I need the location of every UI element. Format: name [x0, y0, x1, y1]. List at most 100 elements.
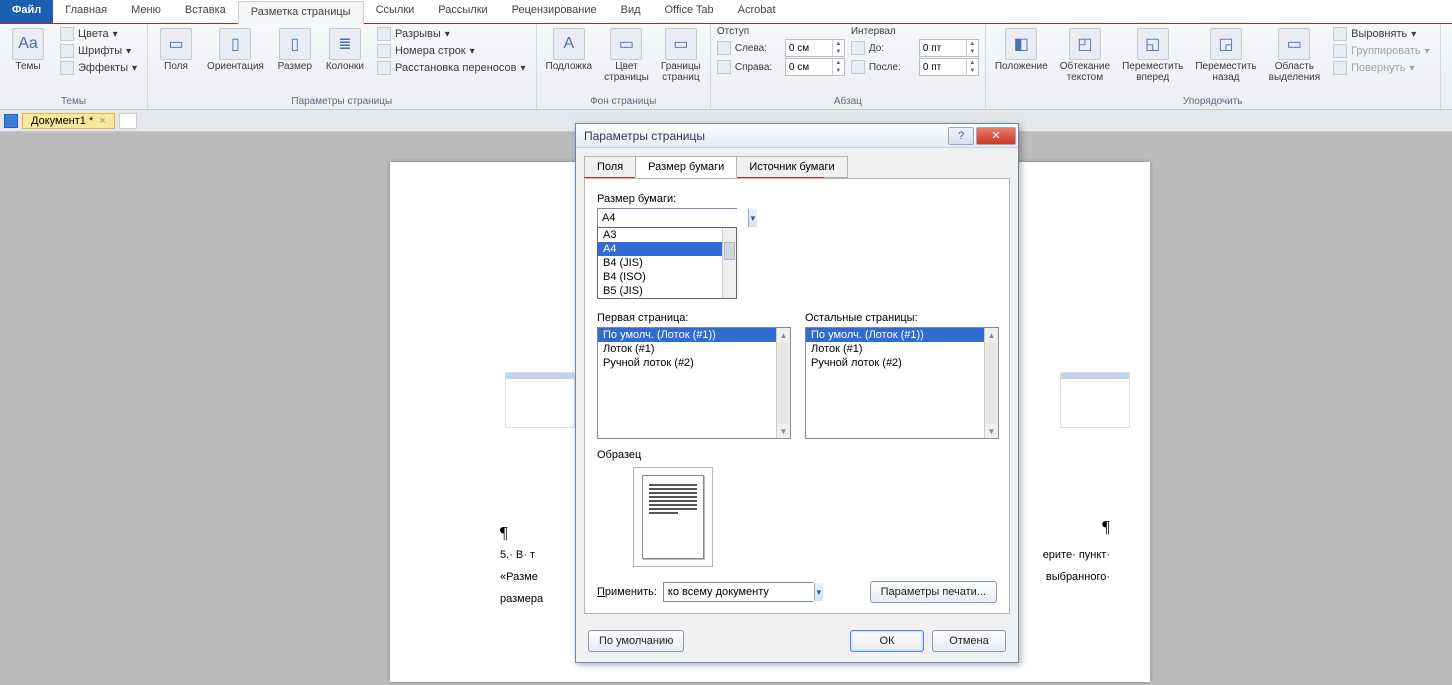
default-button[interactable]: По умолчанию [588, 630, 684, 652]
align-button[interactable]: Выровнять ▾ [1329, 26, 1434, 42]
ok-button[interactable]: ОК [850, 630, 924, 652]
breaks-button[interactable]: Разрывы ▾ [373, 26, 530, 42]
tab-page-layout[interactable]: Разметка страницы [238, 1, 364, 24]
first-page-label: Первая страница: [597, 312, 791, 324]
tab-links[interactable]: Ссылки [364, 0, 427, 23]
dropdown-scrollbar[interactable] [722, 228, 736, 298]
indent-right-spinner[interactable]: ▲▼ [785, 58, 845, 76]
help-button[interactable]: ? [948, 127, 974, 145]
bring-forward-button[interactable]: ◱Переместить вперед [1119, 26, 1186, 85]
spacing-before-spinner[interactable]: ▲▼ [919, 39, 979, 57]
selection-pane-button[interactable]: ▭Область выделения [1266, 26, 1323, 85]
dropdown-arrow-icon[interactable]: ▼ [748, 209, 757, 227]
indent-left-input[interactable] [786, 40, 832, 56]
group-page-background: AПодложка ▭Цвет страницы ▭Границы страни… [537, 24, 711, 109]
tab-office[interactable]: Office Tab [653, 0, 726, 23]
paper-size-dropdown[interactable]: A3 A4 B4 (JIS) B4 (ISO) B5 (JIS) [597, 227, 737, 299]
send-backward-button[interactable]: ◲Переместить назад [1192, 26, 1259, 85]
watermark-button[interactable]: AПодложка [543, 26, 596, 74]
size-option-selected[interactable]: A4 [598, 242, 736, 256]
apply-to-input[interactable] [664, 583, 814, 601]
line-numbers-button[interactable]: Номера строк ▾ [373, 43, 530, 59]
theme-fonts-button[interactable]: Шрифты ▾ [56, 43, 141, 59]
columns-button[interactable]: ≣Колонки [323, 26, 367, 74]
themes-button[interactable]: Aa Темы [6, 26, 50, 74]
spacing-after-spinner[interactable]: ▲▼ [919, 58, 979, 76]
size-option[interactable]: B4 (JIS) [598, 256, 736, 270]
print-options-button[interactable]: Параметры печати... [870, 581, 997, 603]
dropdown-arrow-icon[interactable]: ▼ [814, 583, 823, 601]
page-color-button[interactable]: ▭Цвет страницы [601, 26, 652, 85]
tray-item[interactable]: Ручной лоток (#2) [598, 356, 790, 370]
tab-review[interactable]: Рецензирование [500, 0, 609, 23]
tab-paper-size[interactable]: Размер бумаги [635, 156, 737, 178]
size-option[interactable]: B5 (JIS) [598, 284, 736, 298]
position-button[interactable]: ◧Положение [992, 26, 1051, 74]
spin-down[interactable]: ▼ [832, 67, 844, 75]
other-pages-label: Остальные страницы: [805, 312, 999, 324]
tab-mailings[interactable]: Рассылки [426, 0, 499, 23]
size-option[interactable]: A3 [598, 228, 736, 242]
wrap-text-button[interactable]: ◰Обтекание текстом [1057, 26, 1113, 85]
cancel-button[interactable]: Отмена [932, 630, 1006, 652]
first-page-listbox[interactable]: По умолч. (Лоток (#1)) Лоток (#1) Ручной… [597, 327, 791, 439]
other-pages-listbox[interactable]: По умолч. (Лоток (#1)) Лоток (#1) Ручной… [805, 327, 999, 439]
tab-insert[interactable]: Вставка [173, 0, 238, 23]
spin-down[interactable]: ▼ [832, 48, 844, 56]
tray-item-selected[interactable]: По умолч. (Лоток (#1)) [598, 328, 790, 342]
themes-icon: Aa [12, 28, 44, 60]
spin-down[interactable]: ▼ [966, 48, 978, 56]
tab-home[interactable]: Главная [53, 0, 119, 23]
listbox-scrollbar[interactable]: ▲▼ [776, 328, 790, 438]
tray-item-selected[interactable]: По умолч. (Лоток (#1)) [806, 328, 998, 342]
listbox-scrollbar[interactable]: ▲▼ [984, 328, 998, 438]
new-doc-tab[interactable] [119, 113, 137, 129]
watermark-icon: A [553, 28, 585, 60]
document-tab[interactable]: Документ1 *× [22, 113, 115, 129]
selection-icon: ▭ [1278, 28, 1310, 60]
page-borders-button[interactable]: ▭Границы страниц [658, 26, 704, 85]
dialog-titlebar[interactable]: Параметры страницы ? ✕ [576, 124, 1018, 148]
theme-effects-button[interactable]: Эффекты ▾ [56, 60, 141, 76]
close-button[interactable]: ✕ [976, 127, 1016, 145]
tab-acrobat[interactable]: Acrobat [726, 0, 788, 23]
hyphenation-button[interactable]: Расстановка переносов ▾ [373, 60, 530, 76]
rotate-button[interactable]: Повернуть ▾ [1329, 60, 1434, 76]
paper-size-input[interactable] [598, 209, 748, 227]
size-option[interactable]: B4 (ISO) [598, 270, 736, 284]
group-objects-button[interactable]: Группировать ▾ [1329, 43, 1434, 59]
orientation-button[interactable]: ▯Ориентация [204, 26, 267, 74]
tab-file[interactable]: Файл [0, 0, 53, 23]
spacing-after-input[interactable] [920, 59, 966, 75]
size-icon: ▯ [279, 28, 311, 60]
orientation-label: Ориентация [207, 61, 264, 72]
hyphen-icon [377, 61, 391, 75]
theme-colors-button[interactable]: Цвета ▾ [56, 26, 141, 42]
apply-to-combo[interactable]: ▼ [663, 582, 813, 602]
tab-menu[interactable]: Меню [119, 0, 173, 23]
mini-preview-right [1060, 372, 1130, 428]
tab-paper-source[interactable]: Источник бумаги [736, 156, 847, 178]
spin-up[interactable]: ▲ [832, 59, 844, 67]
spin-up[interactable]: ▲ [966, 40, 978, 48]
size-button[interactable]: ▯Размер [273, 26, 317, 74]
tray-item[interactable]: Лоток (#1) [806, 342, 998, 356]
spin-down[interactable]: ▼ [966, 67, 978, 75]
margins-button[interactable]: ▭Поля [154, 26, 198, 74]
tray-item[interactable]: Ручной лоток (#2) [806, 356, 998, 370]
indent-right-input[interactable] [786, 59, 832, 75]
spin-up[interactable]: ▲ [832, 40, 844, 48]
tab-view[interactable]: Вид [609, 0, 653, 23]
borders-icon: ▭ [665, 28, 697, 60]
wrap-label: Обтекание текстом [1060, 61, 1110, 83]
close-doc-icon[interactable]: × [99, 115, 105, 127]
margins-icon: ▭ [160, 28, 192, 60]
paper-size-combo[interactable]: ▼ [597, 208, 737, 228]
colors-label: Цвета [78, 28, 109, 40]
tab-margins[interactable]: Поля [584, 156, 636, 178]
spacing-before-input[interactable] [920, 40, 966, 56]
tray-item[interactable]: Лоток (#1) [598, 342, 790, 356]
indent-left-spinner[interactable]: ▲▼ [785, 39, 845, 57]
spin-up[interactable]: ▲ [966, 59, 978, 67]
linenum-icon [377, 44, 391, 58]
